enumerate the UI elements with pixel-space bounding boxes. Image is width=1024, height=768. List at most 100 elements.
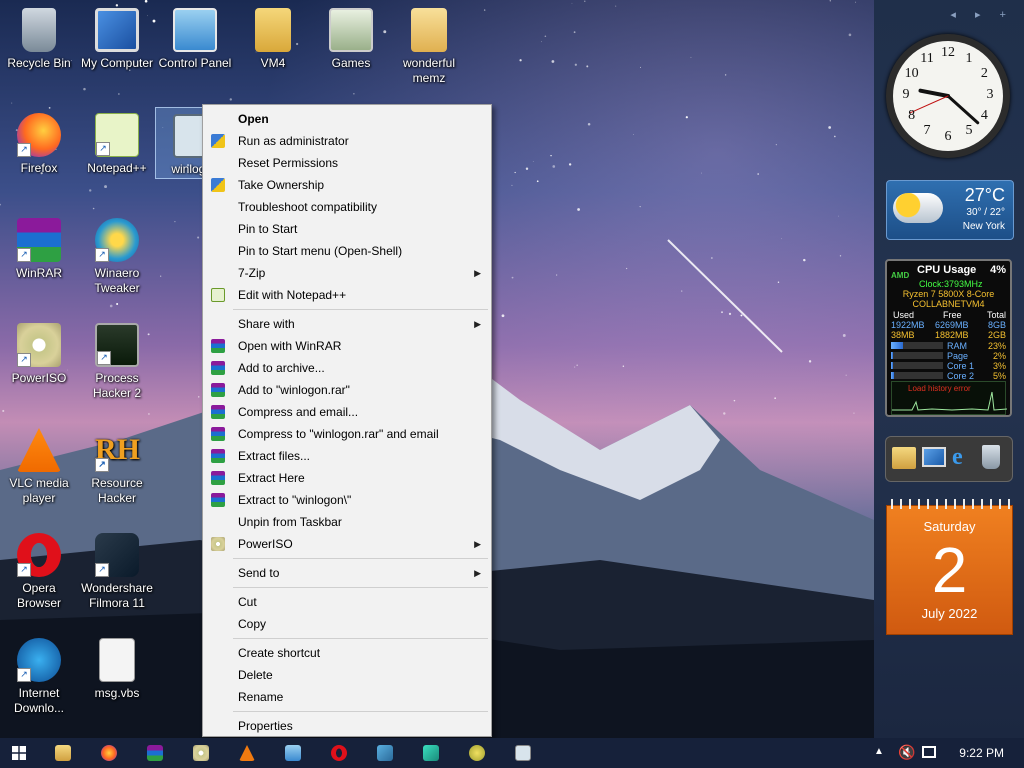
desktop-icon-label: WinRAR (15, 266, 62, 280)
taskbar-idm[interactable] (458, 738, 496, 768)
gadget-sidebar: ◂ ▸ + 1 2 3 4 5 6 7 8 9 10 11 12 27°C 30° / 22° New… (874, 0, 1024, 738)
poweriso-icon (193, 745, 209, 761)
taskbar-process-hacker[interactable] (366, 738, 404, 768)
context-menu-item-add-to-winlogon-rar[interactable]: Add to "winlogon.rar" (205, 379, 489, 401)
context-menu-item-rename[interactable]: Rename (205, 686, 489, 708)
context-menu-item-properties[interactable]: Properties (205, 715, 489, 737)
context-menu-item-share-with[interactable]: Share with ▶ (205, 313, 489, 335)
taskbar-explorer[interactable] (44, 738, 82, 768)
context-menu-item-add-to-archive[interactable]: Add to archive... (205, 357, 489, 379)
context-menu-label: Run as administrator (238, 134, 349, 148)
desktop-icon-internet-download-manager[interactable]: ↗ Internet Downlo... (0, 638, 78, 716)
star (845, 374, 847, 376)
cpu-usage-gadget[interactable]: AMD CPU Usage 4% Clock:3793MHz Ryzen 7 5… (885, 259, 1012, 417)
context-menu-label: Compress to "winlogon.rar" and email (238, 427, 439, 441)
user-folder-icon (255, 8, 291, 52)
context-menu-item-pin-to-start-menu-open-shell[interactable]: Pin to Start menu (Open-Shell) (205, 240, 489, 262)
context-menu-item-extract-files[interactable]: Extract files... (205, 445, 489, 467)
desktop-icon-vm4[interactable]: VM4 (234, 8, 312, 71)
context-menu-item-send-to[interactable]: Send to ▶ (205, 562, 489, 584)
desktop-icon-filmora[interactable]: ↗ Wondershare Filmora 11 (78, 533, 156, 611)
context-menu-item-open-with-winrar[interactable]: Open with WinRAR (205, 335, 489, 357)
context-menu-item-create-shortcut[interactable]: Create shortcut (205, 642, 489, 664)
desktop-icon-label: PowerISO (11, 371, 67, 385)
folder-icon[interactable] (892, 447, 916, 469)
context-menu-item-copy[interactable]: Copy (205, 613, 489, 635)
star (568, 163, 572, 166)
start-button[interactable] (0, 738, 38, 768)
context-menu-label: Extract files... (238, 449, 311, 463)
context-menu-label: Open (238, 112, 269, 126)
star (757, 173, 759, 175)
taskbar-vlc[interactable] (228, 738, 266, 768)
winrar-icon (147, 745, 163, 761)
star (536, 180, 539, 183)
desktop-icon-process-hacker[interactable]: ↗ Process Hacker 2 (78, 323, 156, 401)
context-menu-item-compress-and-email[interactable]: Compress and email... (205, 401, 489, 423)
context-menu-item-pin-to-start[interactable]: Pin to Start (205, 218, 489, 240)
cpu-graph-note: Load history error (908, 384, 971, 393)
taskbar-clock[interactable]: 9:22 PM (959, 738, 1004, 768)
desktop-icon-opera[interactable]: ↗ Opera Browser (0, 533, 78, 611)
taskbar-filmora[interactable] (412, 738, 450, 768)
submenu-arrow-icon: ▶ (474, 319, 481, 329)
shortcut-arrow-icon: ↗ (95, 563, 109, 577)
taskbar-winrar[interactable] (136, 738, 174, 768)
context-menu-item-7-zip[interactable]: 7-Zip ▶ (205, 262, 489, 284)
taskbar-opera[interactable] (320, 738, 358, 768)
desktop-icon-winaero-tweaker[interactable]: ↗ Winaero Tweaker (78, 218, 156, 296)
desktop-icon-label: My Computer (80, 56, 154, 70)
clock-numeral: 5 (965, 123, 973, 139)
desktop-icon-vlc[interactable]: VLC media player (0, 428, 78, 506)
context-menu-item-edit-with-notepad[interactable]: Edit with Notepad++ (205, 284, 489, 306)
desktop-icon-notepadpp[interactable]: ↗ Notepad++ (78, 113, 156, 176)
context-menu-item-extract-to-winlogon[interactable]: Extract to "winlogon\" (205, 489, 489, 511)
context-menu-item-delete[interactable]: Delete (205, 664, 489, 686)
context-menu-item-take-ownership[interactable]: Take Ownership (205, 174, 489, 196)
recycle-bin-icon[interactable] (982, 445, 1000, 469)
desktop-icon-winrar[interactable]: ↗ WinRAR (0, 218, 78, 281)
context-menu-item-troubleshoot-compatibility[interactable]: Troubleshoot compatibility (205, 196, 489, 218)
desktop-icon-msg-vbs[interactable]: msg.vbs (78, 638, 156, 701)
desktop-icon-games[interactable]: Games (312, 8, 390, 71)
clock-gadget[interactable]: 1 2 3 4 5 6 7 8 9 10 11 12 (886, 34, 1010, 158)
star (148, 413, 150, 415)
context-menu-item-open[interactable]: Open (205, 108, 489, 130)
desktop-icon-control-panel[interactable]: Control Panel (156, 8, 234, 71)
desktop-icon-label: VM4 (260, 56, 286, 70)
menu-separator (233, 558, 488, 559)
desktop-icon-poweriso[interactable]: ↗ PowerISO (0, 323, 78, 386)
volume-muted-icon[interactable]: 🔇 (898, 744, 915, 761)
network-icon[interactable] (922, 746, 936, 758)
context-menu-item-unpin-from-taskbar[interactable]: Unpin from Taskbar (205, 511, 489, 533)
desktop-icon-firefox[interactable]: ↗ Firefox (0, 113, 78, 176)
context-menu-item-run-as-administrator[interactable]: Run as administrator (205, 130, 489, 152)
context-menu-item-extract-here[interactable]: Extract Here (205, 467, 489, 489)
context-menu-label: Pin to Start (238, 222, 298, 236)
taskbar-poweriso[interactable] (182, 738, 220, 768)
calendar-gadget[interactable]: Saturday 2 July 2022 (886, 499, 1013, 635)
taskbar-control-panel[interactable] (274, 738, 312, 768)
clock-minute-hand (946, 94, 980, 125)
star (544, 35, 547, 38)
desktop-icon-wonderful-memz[interactable]: wonderful memz (390, 8, 468, 86)
star (48, 106, 51, 109)
context-menu-item-poweriso[interactable]: PowerISO ▶ (205, 533, 489, 555)
sidebar-nav-icon[interactable]: ◂ ▸ + (950, 8, 1014, 21)
shortcut-arrow-icon: ↗ (96, 142, 110, 156)
context-menu-item-reset-permissions[interactable]: Reset Permissions (205, 152, 489, 174)
internet-explorer-icon[interactable]: e (952, 445, 976, 469)
desktop-icon-recycle-bin[interactable]: Recycle Bin (0, 8, 78, 71)
context-menu-item-compress-to-winlogon-rar-and-email[interactable]: Compress to "winlogon.rar" and email (205, 423, 489, 445)
clock-numeral: 9 (902, 87, 910, 102)
computer-icon[interactable] (922, 447, 946, 467)
context-menu-label: Add to archive... (238, 361, 325, 375)
show-hidden-icons-icon[interactable]: ▲ (874, 746, 884, 757)
taskbar-firefox[interactable] (90, 738, 128, 768)
desktop-icon-resource-hacker[interactable]: RH ↗ Resource Hacker (78, 428, 156, 506)
star (721, 311, 723, 314)
weather-gadget[interactable]: 27°C 30° / 22° New York (886, 180, 1014, 240)
taskbar-app[interactable] (504, 738, 542, 768)
context-menu-item-cut[interactable]: Cut (205, 591, 489, 613)
desktop-icon-my-computer[interactable]: My Computer (78, 8, 156, 71)
